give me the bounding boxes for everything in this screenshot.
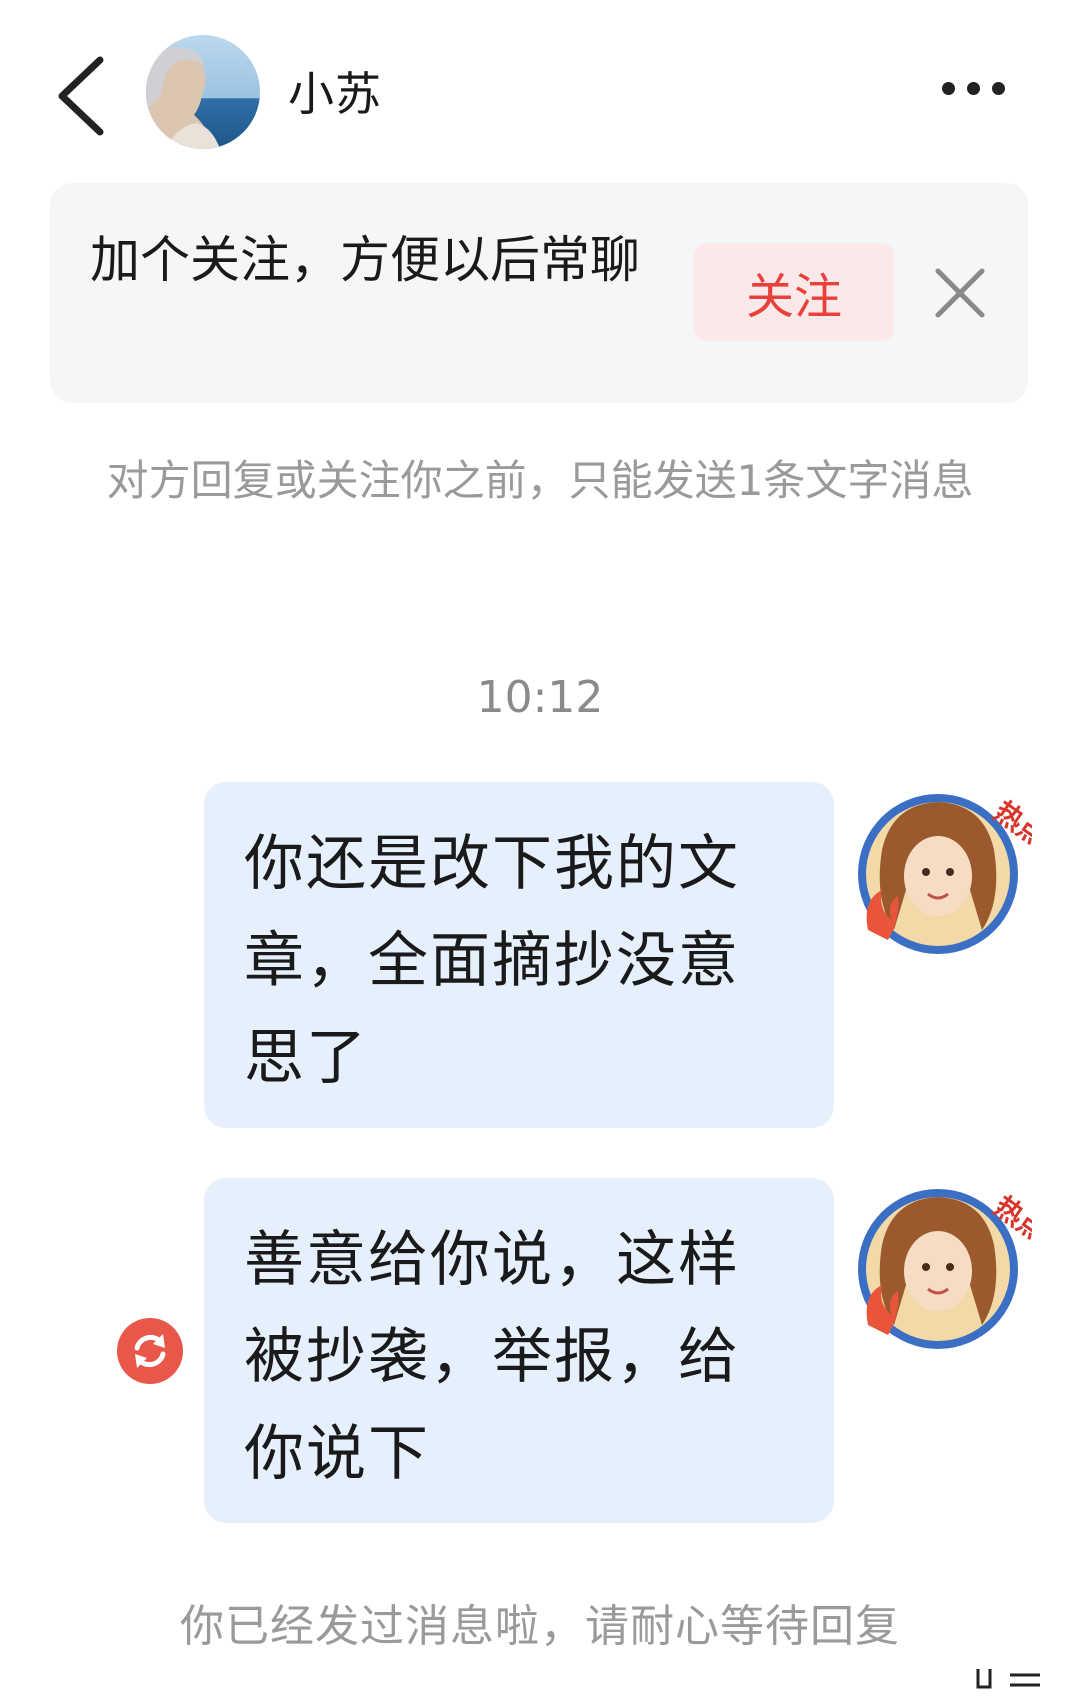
resend-button[interactable] bbox=[115, 1316, 185, 1386]
nav-bar-indicator-icon bbox=[970, 1665, 1050, 1695]
more-dot-icon bbox=[967, 82, 980, 95]
resend-icon bbox=[117, 1318, 183, 1384]
more-options-button[interactable] bbox=[940, 70, 1030, 110]
my-avatar[interactable]: 热点侠 bbox=[852, 1175, 1077, 1355]
follow-banner: 加个关注，方便以后常聊 关注 bbox=[50, 183, 1028, 403]
send-limit-notice: 对方回复或关注你之前，只能发送1条文字消息 bbox=[106, 456, 974, 505]
more-dot-icon bbox=[942, 82, 955, 95]
waiting-reply-status: 你已经发过消息啦，请耐心等待回复 bbox=[180, 1601, 900, 1652]
contact-name[interactable]: 小苏 bbox=[288, 58, 382, 124]
my-avatar-image: 热点侠 bbox=[858, 1189, 1077, 1349]
chevron-left-icon bbox=[58, 56, 104, 136]
close-icon bbox=[935, 268, 985, 318]
more-dot-icon bbox=[992, 82, 1005, 95]
chat-screen: 小苏 加个关注，方便以后常聊 关注 对方回复或关注你之前，只能发送1条文字消息 … bbox=[0, 0, 1080, 1698]
follow-button[interactable]: 关注 bbox=[694, 243, 894, 341]
contact-avatar-image bbox=[146, 35, 260, 149]
follow-banner-text: 加个关注，方便以后常聊 bbox=[90, 231, 640, 289]
my-avatar-image: 热点侠 bbox=[858, 794, 1077, 954]
back-button[interactable] bbox=[48, 50, 118, 140]
my-avatar[interactable]: 热点侠 bbox=[852, 780, 1077, 960]
close-banner-button[interactable] bbox=[930, 263, 990, 323]
chat-header: 小苏 bbox=[0, 0, 1080, 175]
message-timestamp: 10:12 bbox=[476, 672, 604, 723]
contact-avatar[interactable] bbox=[146, 35, 260, 149]
message-bubble[interactable]: 善意给你说，这样被抄袭，举报，给你说下 bbox=[204, 1178, 834, 1523]
message-bubble[interactable]: 你还是改下我的文章，全面摘抄没意思了 bbox=[204, 782, 834, 1128]
